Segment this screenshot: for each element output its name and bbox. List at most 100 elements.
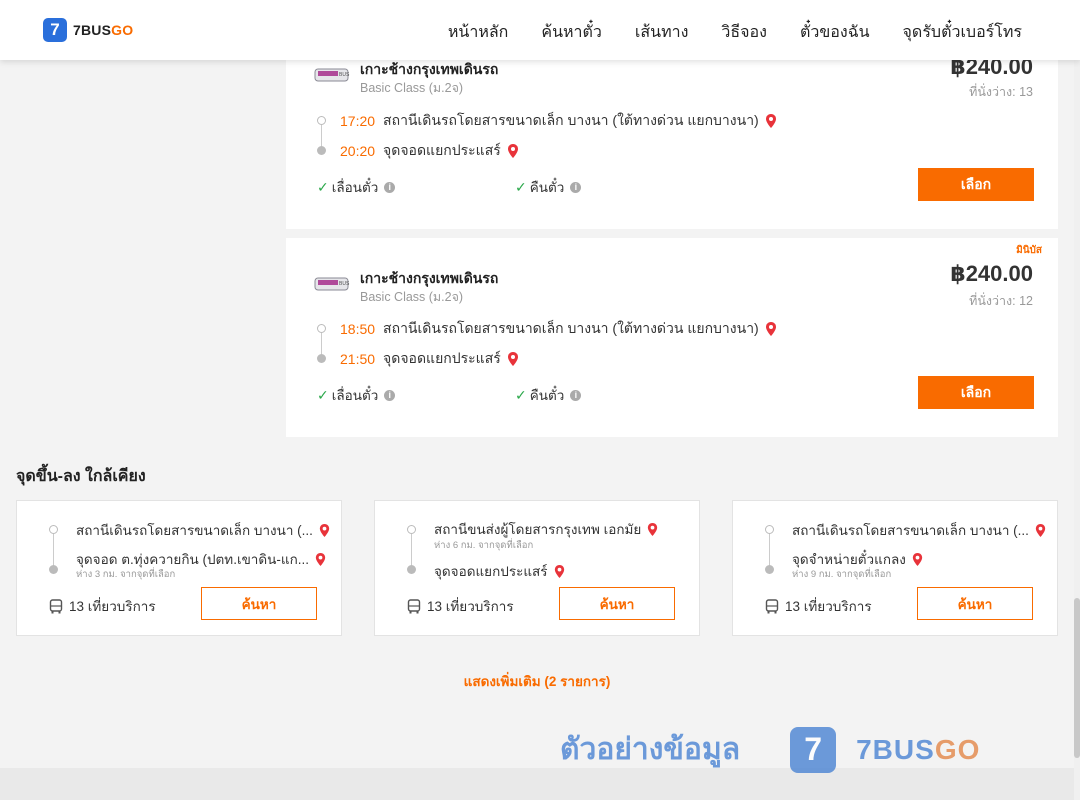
map-pin-icon[interactable]: [764, 321, 778, 337]
distance-note: ห่าง 9 กม. จากจุดที่เลือก: [792, 569, 892, 580]
route-timeline: [317, 324, 327, 364]
departure-row: 18:50 สถานีเดินรถโดยสารขนาดเล็ก บางนา (ใ…: [340, 318, 778, 340]
origin-stop: สถานีเดินรถโดยสารขนาดเล็ก บางนา (...: [792, 519, 1047, 541]
map-pin-icon[interactable]: [764, 113, 778, 129]
map-pin-icon[interactable]: [911, 552, 924, 567]
reschedule-feature: ✓ เลื่อนตั๋ว i: [317, 384, 396, 406]
trip-count: 13 เที่ยวบริการ: [407, 595, 514, 617]
map-pin-icon[interactable]: [1034, 523, 1047, 538]
departure-row: 17:20 สถานีเดินรถโดยสารขนาดเล็ก บางนา (ใ…: [340, 110, 778, 132]
bus-icon: [49, 598, 63, 613]
check-icon: ✓: [515, 386, 527, 403]
timeline-line: [321, 125, 322, 147]
nearby-route-card: สถานีเดินรถโดยสารขนาดเล็ก บางนา (... จุด…: [16, 500, 342, 636]
refund-label: คืนตั๋ว: [529, 180, 565, 195]
show-more-link[interactable]: แสดงเพิ่มเติม (2 รายการ): [0, 670, 1074, 692]
destination-dot-icon: [765, 565, 774, 574]
origin-stop: สถานีขนส่งผู้โดยสารกรุงเทพ เอกมัย: [434, 518, 659, 540]
minibus-badge: มินิบัส: [1016, 245, 1042, 256]
timeline-line: [411, 534, 412, 566]
distance-note: ห่าง 6 กม. จากจุดที่เลือก: [434, 540, 534, 551]
map-pin-icon[interactable]: [506, 351, 520, 367]
reschedule-label: เลื่อนตั๋ว: [331, 388, 379, 403]
depart-stop: สถานีเดินรถโดยสารขนาดเล็ก บางนา (ใต้ทางด…: [383, 320, 759, 336]
search-route-button[interactable]: ค้นหา: [559, 587, 675, 620]
map-pin-icon[interactable]: [314, 552, 327, 567]
nav-search-ticket[interactable]: ค้นหาตั๋ว: [541, 20, 602, 45]
origin-name: สถานีขนส่งผู้โดยสารกรุงเทพ เอกมัย: [434, 522, 642, 537]
timeline-line: [769, 534, 770, 566]
arrive-stop: จุดจอดแยกประแสร์: [383, 142, 501, 158]
top-header: 7 7BUSGO หน้าหลัก ค้นหาตั๋ว เส้นทาง วิธี…: [0, 0, 1080, 60]
destination-dot-icon: [49, 565, 58, 574]
ticket-price: ฿240.00: [950, 261, 1033, 286]
origin-name: สถานีเดินรถโดยสารขนาดเล็ก บางนา (...: [76, 523, 313, 538]
check-icon: ✓: [317, 386, 329, 403]
timeline-line: [53, 534, 54, 566]
trip-card: มินิบัส BUS เกาะช้างกรุงเทพเดินรถ Basic …: [286, 238, 1058, 437]
site-logo[interactable]: 7 7BUSGO: [43, 18, 133, 42]
search-route-button[interactable]: ค้นหา: [201, 587, 317, 620]
svg-text:BUS: BUS: [339, 281, 350, 287]
nav-how-to-book[interactable]: วิธีจอง: [721, 20, 767, 45]
seats-available: ที่นั่งว่าง: 13: [969, 85, 1033, 99]
destination-name: จุดจอดแยกประแสร์: [434, 564, 548, 579]
scrollbar-thumb[interactable]: [1074, 598, 1080, 758]
depart-stop: สถานีเดินรถโดยสารขนาดเล็ก บางนา (ใต้ทางด…: [383, 112, 759, 128]
bus-icon: [407, 598, 421, 613]
destination-dot-icon: [407, 565, 416, 574]
depart-time: 18:50: [340, 321, 376, 337]
timeline-line: [321, 333, 322, 355]
watermark-brand: 7BUSGO: [856, 734, 980, 766]
logo-go: GO: [111, 22, 134, 38]
trip-count: 13 เที่ยวบริการ: [765, 595, 872, 617]
nav-routes[interactable]: เส้นทาง: [635, 20, 689, 45]
depart-dot-icon: [317, 324, 326, 333]
svg-text:BUS: BUS: [339, 72, 350, 78]
arrival-row: 20:20 จุดจอดแยกประแสร์: [340, 140, 520, 162]
sample-watermark: ตัวอย่างข้อมูล 7 7BUSGO: [560, 726, 980, 773]
nearby-section-title: จุดขึ้น-ลง ใกล้เคียง: [16, 468, 146, 485]
origin-name: สถานีเดินรถโดยสารขนาดเล็ก บางนา (...: [792, 523, 1029, 538]
logo-mark: 7: [43, 18, 67, 42]
nav-pickup-points[interactable]: จุดรับตั๋วเบอร์โทร: [903, 20, 1022, 45]
nav-my-tickets[interactable]: ตั๋วของฉัน: [800, 20, 870, 45]
info-icon[interactable]: i: [570, 389, 582, 401]
map-pin-icon[interactable]: [646, 522, 659, 537]
trip-count-label: 13 เที่ยวบริการ: [785, 599, 872, 614]
bus-icon: [765, 598, 779, 613]
bus-class: Basic Class (ม.2จ): [360, 81, 464, 95]
trip-count: 13 เที่ยวบริการ: [49, 595, 156, 617]
origin-dot-icon: [407, 525, 416, 534]
arrive-dot-icon: [317, 354, 326, 363]
arrival-row: 21:50 จุดจอดแยกประแสร์: [340, 348, 520, 370]
origin-stop: สถานีเดินรถโดยสารขนาดเล็ก บางนา (...: [76, 519, 331, 541]
search-route-button[interactable]: ค้นหา: [917, 587, 1033, 620]
route-timeline: [317, 116, 327, 156]
info-icon[interactable]: i: [570, 181, 582, 193]
refund-feature: ✓ คืนตั๋ว i: [515, 176, 582, 198]
info-icon[interactable]: i: [384, 181, 396, 193]
seats-available: ที่นั่งว่าง: 12: [969, 294, 1033, 308]
arrive-time: 21:50: [340, 351, 376, 367]
map-pin-icon[interactable]: [318, 523, 331, 538]
origin-dot-icon: [49, 525, 58, 534]
logo-text: 7BUSGO: [73, 22, 133, 38]
reschedule-feature: ✓ เลื่อนตั๋ว i: [317, 176, 396, 198]
check-icon: ✓: [317, 178, 329, 195]
nearby-route-card: สถานีเดินรถโดยสารขนาดเล็ก บางนา (... จุด…: [732, 500, 1058, 636]
destination-stop: จุดจอดแยกประแสร์: [434, 560, 566, 582]
map-pin-icon[interactable]: [553, 564, 566, 579]
check-icon: ✓: [515, 178, 527, 195]
origin-dot-icon: [765, 525, 774, 534]
watermark-text: ตัวอย่างข้อมูล: [560, 733, 741, 766]
select-trip-button[interactable]: เลือก: [918, 376, 1034, 409]
nav-home[interactable]: หน้าหลัก: [448, 20, 509, 45]
map-pin-icon[interactable]: [506, 143, 520, 159]
trip-count-label: 13 เที่ยวบริการ: [427, 599, 514, 614]
watermark-brand-go: GO: [934, 733, 981, 765]
select-trip-button[interactable]: เลือก: [918, 168, 1034, 201]
info-icon[interactable]: i: [384, 389, 396, 401]
bus-class: Basic Class (ม.2จ): [360, 290, 464, 304]
reschedule-label: เลื่อนตั๋ว: [331, 180, 379, 195]
